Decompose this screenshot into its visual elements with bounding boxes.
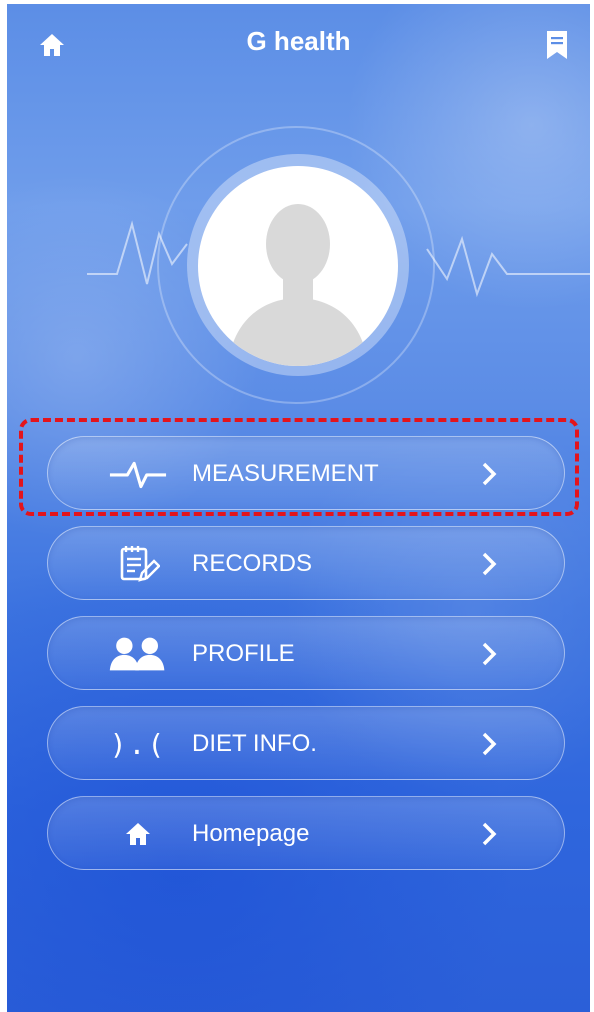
notepad-edit-icon: [108, 539, 168, 589]
avatar[interactable]: [198, 166, 398, 366]
measurement-highlight-box: [19, 418, 579, 516]
menu-item-label: RECORDS: [192, 550, 313, 577]
chevron-right-icon: [478, 641, 502, 667]
bookmark-icon[interactable]: [546, 30, 568, 65]
menu-item-label: PROFILE: [192, 640, 295, 667]
chevron-right-icon: [478, 731, 502, 757]
home-icon: [108, 809, 168, 859]
diet-icon-glyph: ).(: [109, 727, 167, 761]
chevron-right-icon: [478, 821, 502, 847]
menu-item-diet-info[interactable]: ).( DIET INFO.: [47, 706, 565, 780]
menu-item-records[interactable]: RECORDS: [47, 526, 565, 600]
users-icon: [108, 629, 168, 679]
user-silhouette-icon: [228, 204, 368, 366]
menu-item-homepage[interactable]: Homepage: [47, 796, 565, 870]
diet-icon: ).(: [108, 719, 168, 769]
app-title: G health: [246, 26, 351, 56]
chevron-right-icon: [478, 551, 502, 577]
menu-item-profile[interactable]: PROFILE: [47, 616, 565, 690]
menu-item-label: DIET INFO.: [192, 730, 317, 757]
top-bar: G health: [7, 4, 590, 92]
avatar-area: [7, 114, 590, 404]
menu-item-label: Homepage: [192, 820, 310, 847]
